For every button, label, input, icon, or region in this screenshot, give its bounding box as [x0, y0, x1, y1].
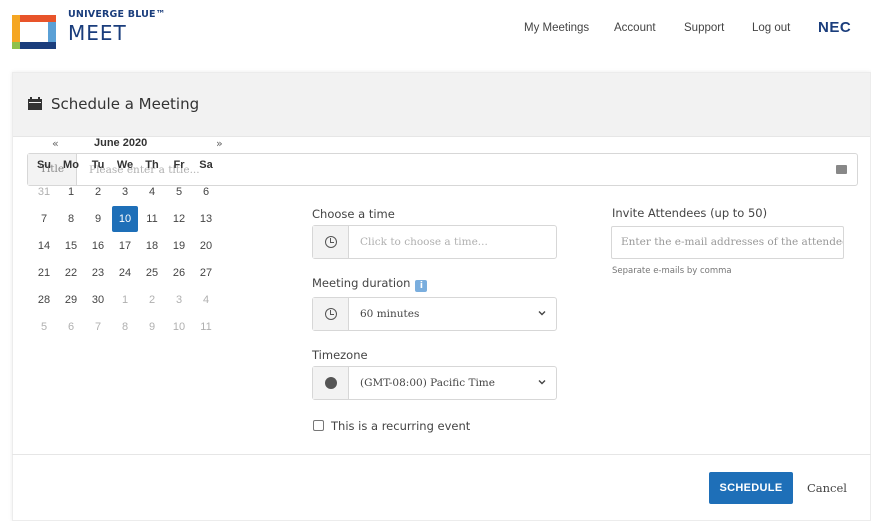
calendar-day[interactable]: 17 — [112, 233, 138, 259]
univerge-logo[interactable] — [12, 15, 56, 49]
logo-corner-block — [12, 42, 20, 49]
calendar-day[interactable]: 13 — [193, 206, 219, 232]
calendar-day[interactable]: 1 — [112, 287, 138, 313]
calendar-day[interactable]: 5 — [31, 314, 57, 340]
calendar-day[interactable]: 21 — [31, 260, 57, 286]
calendar-day[interactable]: 29 — [58, 287, 84, 313]
nav-log-out[interactable]: Log out — [752, 22, 790, 34]
calendar-day[interactable]: 3 — [112, 179, 138, 205]
time-placeholder: Click to choose a time... — [360, 236, 488, 248]
next-month-button[interactable]: » — [216, 137, 223, 150]
calendar-day[interactable]: 14 — [31, 233, 57, 259]
calendar-day[interactable]: 16 — [85, 233, 111, 259]
cancel-button[interactable]: Cancel — [807, 481, 847, 495]
calendar-day[interactable]: 11 — [139, 206, 165, 232]
recurring-checkbox[interactable] — [313, 420, 324, 431]
calendar-day[interactable]: 28 — [31, 287, 57, 313]
calendar-icon — [28, 97, 42, 110]
timezone-addon — [313, 367, 349, 399]
calendar-day[interactable]: 31 — [31, 179, 57, 205]
attendees-placeholder: Enter the e-mail addresses of the attend… — [621, 236, 844, 248]
calendar-weekday: We — [116, 159, 134, 171]
nav-my-meetings[interactable]: My Meetings — [524, 22, 589, 34]
calendar-weekday: Mo — [63, 159, 79, 171]
timezone-label: Timezone — [312, 348, 368, 362]
calendar-day[interactable]: 11 — [193, 314, 219, 340]
clock-icon — [325, 308, 337, 320]
calendar-day[interactable]: 4 — [139, 179, 165, 205]
duration-select[interactable]: 60 minutes — [312, 297, 557, 331]
time-addon — [313, 226, 349, 258]
chevron-down-icon — [538, 380, 546, 385]
calendar-day[interactable]: 18 — [139, 233, 165, 259]
calendar-day[interactable]: 4 — [193, 287, 219, 313]
calendar-day[interactable]: 12 — [166, 206, 192, 232]
duration-label: Meeting duration i — [312, 276, 428, 292]
calendar-day[interactable]: 15 — [58, 233, 84, 259]
calendar-day[interactable]: 20 — [193, 233, 219, 259]
top-header: UNIVERGE BLUE™ MEET My Meetings Account … — [0, 0, 871, 64]
brand-product: MEET — [68, 21, 127, 45]
calendar-day[interactable]: 6 — [58, 314, 84, 340]
calendar-day[interactable]: 2 — [139, 287, 165, 313]
calendar-day[interactable]: 1 — [58, 179, 84, 205]
calendar-day-selected[interactable]: 10 — [112, 206, 138, 232]
calendar-day[interactable]: 26 — [166, 260, 192, 286]
nav-account[interactable]: Account — [614, 22, 656, 34]
duration-value: 60 minutes — [360, 308, 420, 320]
calendar-day[interactable]: 19 — [166, 233, 192, 259]
schedule-button[interactable]: SCHEDULE — [709, 472, 793, 504]
calendar-day[interactable]: 23 — [85, 260, 111, 286]
calendar-weekday: Sa — [199, 159, 213, 171]
clock-icon — [325, 236, 337, 248]
calendar-month[interactable]: June 2020 — [94, 137, 147, 149]
calendar-day[interactable]: 25 — [139, 260, 165, 286]
attendees-input[interactable]: Enter the e-mail addresses of the attend… — [611, 226, 844, 259]
calendar-day[interactable]: 24 — [112, 260, 138, 286]
prev-month-button[interactable]: « — [52, 137, 59, 150]
card-header: Schedule a Meeting — [13, 73, 870, 137]
time-label: Choose a time — [312, 207, 395, 221]
calendar-day[interactable]: 7 — [31, 206, 57, 232]
calendar-day[interactable]: 3 — [166, 287, 192, 313]
nec-logo: NEC — [818, 19, 852, 36]
calendar-day[interactable]: 5 — [166, 179, 192, 205]
calendar-day[interactable]: 9 — [139, 314, 165, 340]
calendar-day[interactable]: 30 — [85, 287, 111, 313]
timezone-value: (GMT-08:00) Pacific Time — [360, 377, 495, 389]
info-icon[interactable]: i — [415, 280, 428, 292]
brand-name: UNIVERGE BLUE™ — [68, 9, 166, 20]
calendar-day[interactable]: 27 — [193, 260, 219, 286]
logo-bottom-bar — [20, 42, 56, 49]
calendar-day[interactable]: 8 — [112, 314, 138, 340]
duration-addon — [313, 298, 349, 330]
recurring-label[interactable]: This is a recurring event — [331, 419, 470, 433]
footer-divider — [12, 454, 871, 455]
timezone-select[interactable]: (GMT-08:00) Pacific Time — [312, 366, 557, 400]
calendar-weekday: Su — [36, 159, 52, 171]
logo-right-bar — [48, 22, 56, 42]
calendar-day[interactable]: 2 — [85, 179, 111, 205]
attendees-hint: Separate e-mails by comma — [612, 266, 732, 276]
page-title: Schedule a Meeting — [51, 95, 200, 113]
duration-label-text: Meeting duration — [312, 276, 411, 290]
calendar-day[interactable]: 22 — [58, 260, 84, 286]
nav-support[interactable]: Support — [684, 22, 724, 34]
globe-icon — [325, 377, 337, 389]
calendar-weekday: Fr — [173, 159, 185, 171]
calendar-day[interactable]: 8 — [58, 206, 84, 232]
attendees-label: Invite Attendees (up to 50) — [612, 206, 768, 220]
calendar-day[interactable]: 9 — [85, 206, 111, 232]
calendar-day[interactable]: 7 — [85, 314, 111, 340]
keyboard-icon — [836, 165, 847, 174]
calendar-weekday: Th — [145, 159, 159, 171]
chevron-down-icon — [538, 311, 546, 316]
time-picker-field[interactable]: Click to choose a time... — [312, 225, 557, 259]
calendar-day[interactable]: 6 — [193, 179, 219, 205]
calendar-weekday: Tu — [91, 159, 105, 171]
calendar-day[interactable]: 10 — [166, 314, 192, 340]
